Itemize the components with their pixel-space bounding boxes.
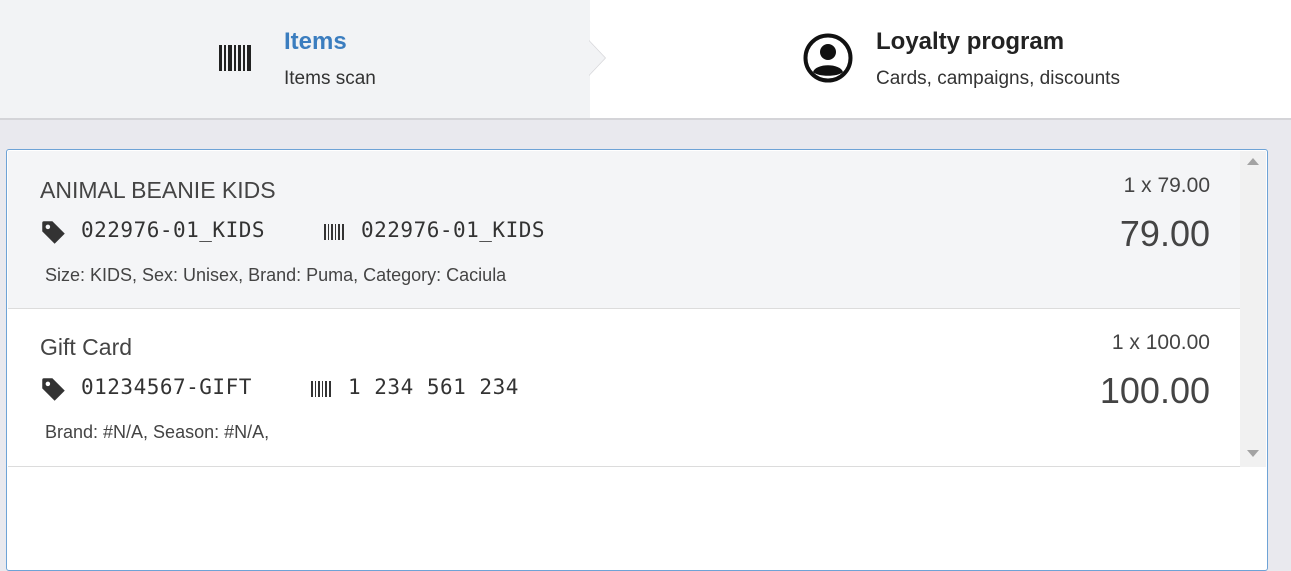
tag-icon <box>42 378 65 401</box>
list-scrollbar[interactable] <box>1240 151 1266 467</box>
user-circle-icon <box>803 33 853 83</box>
item-barcode: 1 234 561 234 <box>348 375 519 399</box>
list-item[interactable]: ANIMAL BEANIE KIDS 022976-01_KIDS 022976… <box>8 151 1240 309</box>
step-tabs: Items Items scan Loyalty program Cards, … <box>0 0 1291 120</box>
item-attributes: Brand: #N/A, Season: #N/A, <box>45 422 270 442</box>
list-item[interactable]: Gift Card 01234567-GIFT 1 234 561 234 Br… <box>8 309 1240 467</box>
tag-icon <box>42 221 65 244</box>
tab-loyalty-title: Loyalty program <box>876 28 1065 55</box>
item-total: 79.00 <box>1119 213 1210 254</box>
item-sku: 022976-01_KIDS <box>81 218 266 242</box>
barcode-icon <box>219 45 251 71</box>
item-sku: 01234567-GIFT <box>81 375 252 399</box>
barcode-icon <box>324 224 344 240</box>
tab-loyalty-subtitle: Cards, campaigns, discounts <box>876 68 1120 89</box>
item-quantity-price: 1 x 79.00 <box>1123 174 1210 197</box>
scroll-up-arrow-icon[interactable] <box>1247 158 1259 165</box>
tab-loyalty-program[interactable]: Loyalty program Cards, campaigns, discou… <box>590 0 1291 118</box>
tab-items-subtitle: Items scan <box>284 68 376 89</box>
item-quantity-price: 1 x 100.00 <box>1111 331 1210 354</box>
scroll-down-arrow-icon[interactable] <box>1247 450 1259 457</box>
item-total: 100.00 <box>1099 370 1210 411</box>
tab-items-title: Items <box>284 28 347 55</box>
tab-items[interactable]: Items Items scan <box>0 0 590 118</box>
barcode-icon <box>311 381 331 397</box>
item-name: ANIMAL BEANIE KIDS <box>40 177 276 203</box>
item-name: Gift Card <box>40 334 133 360</box>
item-barcode: 022976-01_KIDS <box>361 218 546 242</box>
item-attributes: Size: KIDS, Sex: Unisex, Brand: Puma, Ca… <box>45 265 507 285</box>
